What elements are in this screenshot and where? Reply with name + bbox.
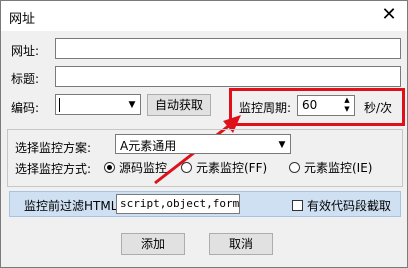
encoding-label: 编码: [11,101,40,115]
radio-selected-icon[interactable] [104,162,115,173]
url-label: 网址: [11,44,40,58]
url-dialog: 网址 ✕ 网址: 标题: 编码: ▼ 自动获取 监控周期: 60 ▲ ▼ 秒/次… [0,0,408,268]
close-icon[interactable]: ✕ [379,5,399,25]
mode-option-source[interactable]: 源码监控 [104,159,167,176]
period-spinner[interactable]: ▲ ▼ [341,96,353,116]
title-label: 标题: [11,72,40,86]
spin-down-icon[interactable]: ▼ [341,105,353,114]
cancel-button[interactable]: 取消 [209,233,273,255]
radio-icon[interactable] [289,162,300,173]
chevron-down-icon[interactable]: ▼ [124,95,140,114]
filter-label: 监控前过滤HTML [24,199,118,213]
title-input[interactable] [55,66,401,87]
spin-up-icon[interactable]: ▲ [341,96,353,105]
filter-input[interactable]: script,object,form [116,194,240,214]
valid-code-checkbox[interactable]: 有效代码段截取 [292,197,391,214]
filter-bar: 监控前过滤HTML script,object,form 有效代码段截取 [9,191,401,217]
chevron-down-icon[interactable]: ▼ [274,135,290,153]
url-input[interactable] [55,38,401,59]
mode-option-element-ff[interactable]: 元素监控(FF) [181,159,267,176]
window-title: 网址 [9,12,36,27]
monitor-period-input[interactable]: 60 ▲ ▼ [297,95,355,116]
add-button[interactable]: 添加 [121,233,185,255]
title-bar: 网址 ✕ [1,1,407,31]
mode-option-element-ie[interactable]: 元素监控(IE) [289,159,373,176]
radio-icon[interactable] [181,162,192,173]
encoding-select[interactable]: ▼ [55,94,141,115]
scheme-label: 选择监控方案: [15,141,92,155]
scheme-select[interactable]: A元素通用 ▼ [115,134,291,154]
monitor-period-unit: 秒/次 [364,101,393,115]
mode-label: 选择监控方式: [15,162,92,176]
checkbox-icon[interactable] [292,200,303,211]
